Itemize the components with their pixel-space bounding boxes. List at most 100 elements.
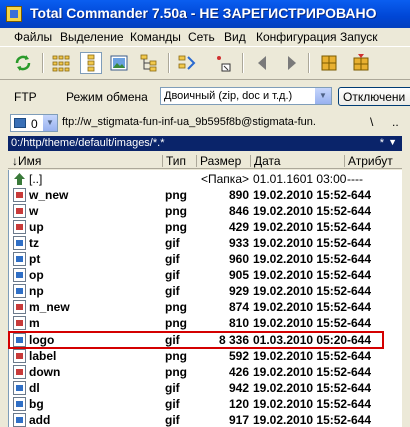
file-row[interactable]: np gif 929 19.02.2010 15:52 -644	[9, 283, 402, 299]
file-type: png	[165, 204, 187, 218]
file-attributes: -644	[347, 316, 372, 330]
file-name: tz	[29, 236, 39, 250]
file-row[interactable]: up png 429 19.02.2010 15:52 -644	[9, 219, 402, 235]
file-name: [..]	[29, 172, 43, 186]
file-size: 890	[228, 188, 249, 202]
root-dir-button[interactable]: \	[370, 115, 373, 129]
file-row[interactable]: down png 426 19.02.2010 15:52 -644	[9, 364, 402, 380]
transfer-mode-value: Двоичный (zip, doc и т.д.)	[164, 90, 293, 102]
menu-selection[interactable]: Выделение	[60, 30, 124, 44]
png-file-icon	[13, 300, 26, 314]
file-row[interactable]: bg gif 120 19.02.2010 15:52 -644	[9, 396, 402, 412]
file-row-logo[interactable]: logo gif 8 336 01.03.2010 05:20 -644	[9, 332, 402, 348]
transfer-mode-select[interactable]: Двоичный (zip, doc и т.д.) ▼	[160, 87, 332, 105]
column-name[interactable]: ↓Имя	[12, 154, 41, 168]
full-view-icon[interactable]	[80, 52, 102, 74]
multi-rename-icon[interactable]	[212, 52, 234, 74]
menu-configuration[interactable]: Конфигурация	[256, 30, 337, 44]
png-file-icon	[13, 204, 26, 218]
file-row[interactable]: m_new png 874 19.02.2010 15:52 -644	[9, 299, 402, 315]
chevron-down-icon[interactable]: ▼	[43, 115, 57, 131]
file-type: gif	[165, 413, 180, 427]
menu-network[interactable]: Сеть	[188, 30, 215, 44]
png-file-icon	[13, 220, 26, 234]
file-name: dl	[29, 381, 40, 395]
file-row[interactable]: w_new png 890 19.02.2010 15:52 -644	[9, 187, 402, 203]
gif-file-icon	[13, 252, 26, 266]
file-row[interactable]: label png 592 19.02.2010 15:52 -644	[9, 348, 402, 364]
file-type: png	[165, 349, 187, 363]
history-dropdown-icon[interactable]: ▼	[388, 137, 397, 147]
file-size: 905	[228, 268, 249, 282]
file-date: 19.02.2010 15:52	[253, 204, 348, 218]
file-attributes: -644	[347, 333, 372, 347]
file-row[interactable]: tz gif 933 19.02.2010 15:52 -644	[9, 235, 402, 251]
ftp-connection-path: ftp://w_stigmata-fun-inf-ua_9b595f8b@sti…	[62, 116, 316, 128]
chevron-down-icon[interactable]: ▼	[314, 88, 331, 104]
file-row[interactable]: m png 810 19.02.2010 15:52 -644	[9, 315, 402, 331]
gif-file-icon	[13, 397, 26, 411]
drive-select[interactable]: 0 ▼	[10, 114, 58, 132]
file-date: 19.02.2010 15:52	[253, 365, 348, 379]
file-date: 19.02.2010 15:52	[253, 236, 348, 250]
menu-bar: Файлы Выделение Команды Сеть Вид Конфигу…	[0, 28, 410, 46]
menu-start[interactable]: Запуск	[340, 30, 378, 44]
file-attributes: -644	[347, 300, 372, 314]
pack-icon[interactable]	[318, 52, 340, 74]
file-row[interactable]: pt gif 960 19.02.2010 15:52 -644	[9, 251, 402, 267]
file-attributes: -644	[347, 413, 372, 427]
file-size: 592	[228, 349, 249, 363]
back-icon[interactable]	[252, 52, 274, 74]
file-attributes: -644	[347, 204, 372, 218]
sync-dirs-icon[interactable]	[176, 52, 198, 74]
filter-button[interactable]: *	[380, 137, 384, 149]
refresh-icon[interactable]	[12, 52, 34, 74]
file-date: 19.02.2010 15:52	[253, 397, 348, 411]
unpack-icon[interactable]	[350, 52, 372, 74]
column-date[interactable]: Дата	[254, 154, 281, 168]
file-name: bg	[29, 397, 44, 411]
file-attributes: -644	[347, 349, 372, 363]
window-title: Total Commander 7.50a - НЕ ЗАРЕГИСТРИРОВ…	[30, 5, 377, 21]
file-type: png	[165, 365, 187, 379]
menu-files[interactable]: Файлы	[14, 30, 52, 44]
file-type: gif	[165, 284, 180, 298]
file-type: png	[165, 220, 187, 234]
gif-file-icon	[13, 333, 26, 347]
file-row[interactable]: w png 846 19.02.2010 15:52 -644	[9, 203, 402, 219]
file-row[interactable]: dl gif 942 19.02.2010 15:52 -644	[9, 380, 402, 396]
column-attributes[interactable]: Атрибут	[348, 154, 393, 168]
menu-commands[interactable]: Команды	[130, 30, 181, 44]
file-type: gif	[165, 333, 180, 347]
file-date: 19.02.2010 15:52	[253, 381, 348, 395]
current-path-bar[interactable]: 0:/http/theme/default/images/*.* * ▼	[8, 136, 402, 151]
file-name: w	[29, 204, 39, 218]
file-size: 933	[228, 236, 249, 250]
parent-dir-row[interactable]: [..] <Папка> 01.01.1601 03:00 ----	[9, 171, 402, 187]
file-attributes: ----	[347, 172, 363, 186]
file-attributes: -644	[347, 381, 372, 395]
brief-view-icon[interactable]	[50, 52, 72, 74]
file-name: m_new	[29, 300, 70, 314]
file-row[interactable]: add gif 917 19.02.2010 15:52 -644	[9, 412, 402, 427]
disconnect-button[interactable]: Отключени	[338, 87, 410, 106]
parent-dir-button[interactable]: ..	[392, 115, 399, 129]
file-size: 810	[228, 316, 249, 330]
file-date: 19.02.2010 15:52	[253, 284, 348, 298]
menu-view[interactable]: Вид	[224, 30, 246, 44]
file-type: gif	[165, 252, 180, 266]
file-attributes: -644	[347, 188, 372, 202]
drive-letter: 0	[31, 117, 38, 131]
file-date: 01.01.1601 03:00	[253, 172, 347, 186]
file-size: <Папка>	[201, 172, 249, 186]
thumbnail-view-icon[interactable]	[108, 52, 130, 74]
app-icon[interactable]	[6, 6, 22, 22]
file-name: up	[29, 220, 44, 234]
file-name: logo	[29, 333, 55, 347]
column-size[interactable]: Размер	[200, 154, 241, 168]
column-type[interactable]: Тип	[166, 154, 186, 168]
forward-icon[interactable]	[280, 52, 302, 74]
tree-view-icon[interactable]	[138, 52, 160, 74]
drive-bar: 0 ▼ ftp://w_stigmata-fun-inf-ua_9b595f8b…	[0, 112, 410, 134]
file-row[interactable]: op gif 905 19.02.2010 15:52 -644	[9, 267, 402, 283]
